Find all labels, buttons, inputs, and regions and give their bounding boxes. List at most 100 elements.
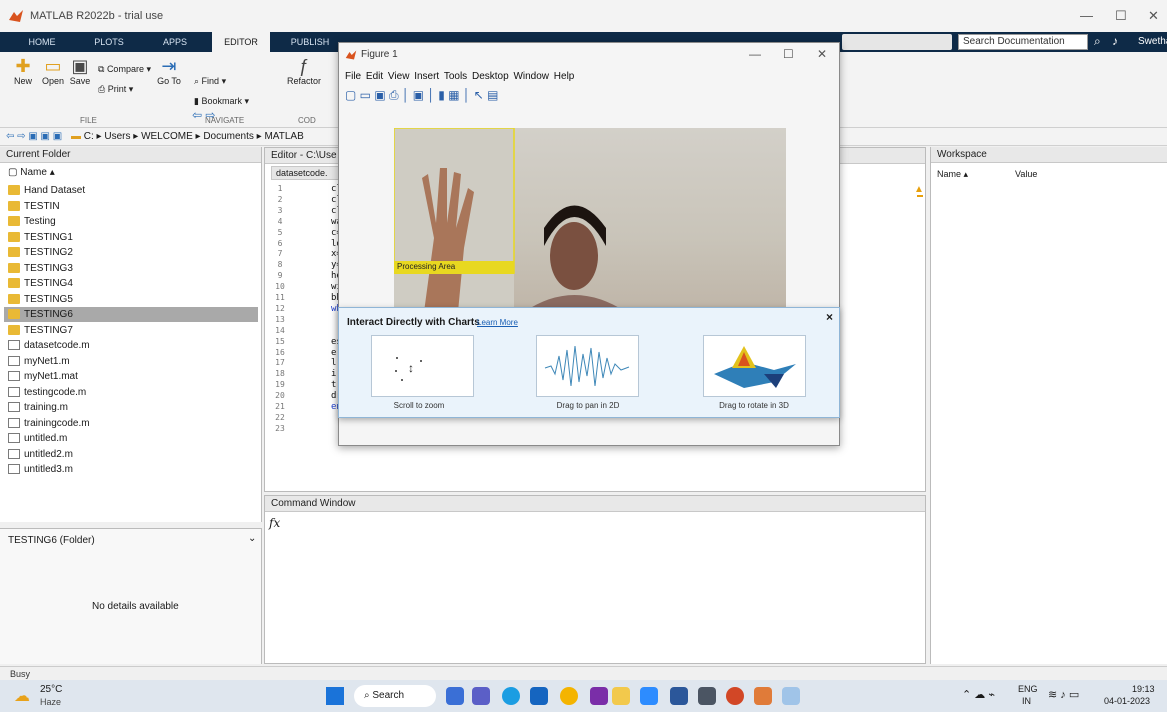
path-segment-1[interactable]: Users xyxy=(104,131,130,142)
menu-view[interactable]: View xyxy=(388,71,410,82)
file-item[interactable]: trainingcode.m xyxy=(8,416,90,431)
code-line[interactable]: t xyxy=(331,380,336,390)
file-explorer-icon[interactable] xyxy=(612,687,630,705)
minimize-button[interactable]: — xyxy=(1080,8,1093,23)
weather-icon[interactable]: ☁ xyxy=(14,686,30,706)
menu-window[interactable]: Window xyxy=(513,71,549,82)
new-button[interactable]: ✚ New xyxy=(8,56,38,86)
chevron-down-icon[interactable]: ⌄ xyxy=(248,533,256,544)
clock-date[interactable]: 04-01-2023 xyxy=(1104,696,1150,706)
workspace-value-header[interactable]: Value xyxy=(1015,169,1037,179)
path-segment-0[interactable]: C: xyxy=(84,131,94,142)
item-label: testingcode.m xyxy=(24,386,87,398)
folder-item[interactable]: Testing xyxy=(8,214,56,229)
weather-desc[interactable]: Haze xyxy=(40,697,61,707)
chat-icon[interactable] xyxy=(472,687,490,705)
tab-apps[interactable]: APPS xyxy=(148,32,202,52)
bell-icon[interactable]: ♪ xyxy=(1112,34,1118,48)
folder-item[interactable]: TESTING6 xyxy=(4,307,258,322)
word-icon[interactable] xyxy=(670,687,688,705)
folder-item[interactable]: TESTING4 xyxy=(8,276,73,291)
file-item[interactable]: untitled.m xyxy=(8,431,67,446)
item-label: TESTING1 xyxy=(24,231,73,243)
language-in[interactable]: IN xyxy=(1022,696,1031,706)
tab-editor[interactable]: EDITOR xyxy=(212,32,270,52)
chrome-icon[interactable] xyxy=(560,687,578,705)
powerpoint-icon[interactable] xyxy=(726,687,744,705)
task-view-icon[interactable] xyxy=(446,687,464,705)
warning-icon[interactable]: ▲ xyxy=(914,184,924,195)
folder-item[interactable]: TESTING3 xyxy=(8,261,73,276)
bookmark-button[interactable]: ▮ Bookmark ▾ xyxy=(194,96,249,107)
file-item[interactable]: myNet1.mat xyxy=(8,369,78,384)
editor-tab[interactable]: datasetcode. xyxy=(271,166,345,180)
file-item[interactable]: training.m xyxy=(8,400,68,415)
taskbar-search[interactable]: ⌕ Search xyxy=(354,685,436,707)
figure-minimize-button[interactable]: — xyxy=(749,47,761,61)
user-menu[interactable]: Swetha xyxy=(1138,36,1167,47)
language-eng[interactable]: ENG xyxy=(1018,684,1038,694)
figure-close-button[interactable]: ✕ xyxy=(817,47,827,61)
folder-item[interactable]: TESTING5 xyxy=(8,292,73,307)
file-item[interactable]: myNet1.m xyxy=(8,354,70,369)
quick-access-toolbar[interactable] xyxy=(842,34,952,50)
menu-edit[interactable]: Edit xyxy=(366,71,383,82)
goto-button[interactable]: ⇥ Go To xyxy=(154,56,184,86)
file-item[interactable]: testingcode.m xyxy=(8,385,86,400)
folder-item[interactable]: TESTING1 xyxy=(8,230,73,245)
folder-item[interactable]: TESTING7 xyxy=(8,323,73,338)
menu-file[interactable]: File xyxy=(345,71,361,82)
code-line[interactable]: e xyxy=(331,348,336,358)
close-button[interactable]: ✕ xyxy=(1148,8,1159,24)
matlab-taskbar-icon[interactable] xyxy=(754,687,772,705)
name-column-header[interactable]: ▢ Name ▴ xyxy=(8,167,55,178)
menu-tools[interactable]: Tools xyxy=(444,71,467,82)
file-item[interactable]: datasetcode.m xyxy=(8,338,90,353)
file-item[interactable]: untitled2.m xyxy=(8,447,73,462)
search-documentation-input[interactable]: Search Documentation xyxy=(958,34,1088,50)
code-line[interactable]: i xyxy=(331,369,336,379)
print-button[interactable]: ⎙ Print ▾ xyxy=(98,84,133,95)
popup-close-button[interactable]: × xyxy=(826,310,833,324)
figure-taskbar-icon[interactable] xyxy=(782,687,800,705)
refactor-button[interactable]: ƒ Refactor xyxy=(284,56,324,86)
path-segment-4[interactable]: MATLAB xyxy=(264,131,303,142)
menu-help[interactable]: Help xyxy=(554,71,575,82)
figure-toolbar[interactable]: ▢ ▭ ▣ ⎙ │ ▣ │ ▮ ▦ │ ↖ ▤ xyxy=(345,88,498,104)
learn-more-link[interactable]: Learn More xyxy=(477,318,518,327)
edge-icon[interactable] xyxy=(502,687,520,705)
tab-plots[interactable]: PLOTS xyxy=(82,32,136,52)
zoom-icon[interactable] xyxy=(640,687,658,705)
system-tray-icons[interactable]: ⌃ ☁ ⌁ xyxy=(962,688,995,701)
path-segment-2[interactable]: WELCOME xyxy=(141,131,193,142)
teams-icon[interactable] xyxy=(698,687,716,705)
folder-item[interactable]: TESTIN xyxy=(8,199,60,214)
compare-button[interactable]: ⧉ Compare ▾ xyxy=(98,64,151,75)
menu-desktop[interactable]: Desktop xyxy=(472,71,509,82)
nav-arrows-icon[interactable]: ⇦ ⇨ ▣ ▣ ▣ xyxy=(6,131,62,142)
mail-icon[interactable] xyxy=(530,687,548,705)
item-label: TESTING6 xyxy=(24,309,73,320)
tab-home[interactable]: HOME xyxy=(14,32,70,52)
figure-maximize-button[interactable]: ☐ xyxy=(783,47,794,61)
file-item[interactable]: untitled3.m xyxy=(8,462,73,477)
menu-insert[interactable]: Insert xyxy=(414,71,439,82)
code-line[interactable]: l xyxy=(331,358,336,368)
wifi-sound-battery-icon[interactable]: ≋ ♪ ▭ xyxy=(1048,688,1079,701)
save-button[interactable]: ▣ Save xyxy=(66,56,94,86)
app-icon[interactable] xyxy=(590,687,608,705)
folder-item[interactable]: Hand Dataset xyxy=(8,183,85,198)
folder-item[interactable]: TESTING2 xyxy=(8,245,73,260)
find-button[interactable]: ⌕ Find ▾ xyxy=(194,76,226,87)
path-segment-3[interactable]: Documents xyxy=(203,131,254,142)
workspace-name-header[interactable]: Name ▴ xyxy=(937,169,968,180)
maximize-button[interactable]: ☐ xyxy=(1115,8,1127,24)
warning-marker[interactable] xyxy=(917,195,923,197)
command-window[interactable]: Command Window fx xyxy=(264,495,926,664)
open-button[interactable]: ▭ Open xyxy=(38,56,68,86)
tab-publish[interactable]: PUBLISH xyxy=(282,32,338,52)
windows-start-icon[interactable] xyxy=(326,687,344,705)
search-icon[interactable]: ⌕ xyxy=(1094,34,1101,49)
clock-time[interactable]: 19:13 xyxy=(1132,684,1155,694)
weather-temp[interactable]: 25°C xyxy=(40,684,62,695)
